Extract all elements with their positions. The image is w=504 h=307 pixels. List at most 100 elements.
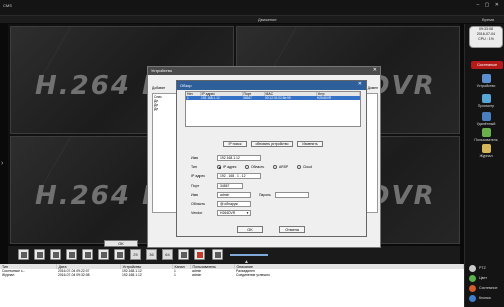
vendor-label: Vendor xyxy=(191,211,203,215)
side-button-remote[interactable]: Удалённый xyxy=(469,112,503,126)
device-manager-ok-button[interactable]: OK xyxy=(104,240,138,247)
side-button-user[interactable]: Пользователь xyxy=(469,128,503,142)
name-label: Имя xyxy=(191,156,198,160)
password-field[interactable] xyxy=(275,192,309,198)
cpu-usage: CPU : 1% xyxy=(478,37,494,41)
system-icon xyxy=(469,285,476,292)
area-field[interactable]: @:обнаруж xyxy=(217,201,251,207)
port-label: Порт xyxy=(191,184,200,188)
side-panel-header[interactable]: Системные xyxy=(471,61,503,69)
ptz-icon xyxy=(469,265,476,272)
extra-button[interactable]: Кнопка xyxy=(468,294,502,303)
device-cell: 192.168.1.12 xyxy=(200,96,242,100)
tree-item[interactable]: Де xyxy=(154,107,178,111)
side-button-label: Удалённый xyxy=(476,122,496,126)
user-icon xyxy=(481,128,491,137)
record-button[interactable] xyxy=(194,249,205,260)
type-ip-label: IP адрес xyxy=(223,165,237,169)
type-arsp-radio[interactable] xyxy=(273,165,277,169)
layout-16-button[interactable] xyxy=(98,249,109,260)
menu-time[interactable]: Время xyxy=(482,17,494,22)
fullscreen-button[interactable] xyxy=(178,249,189,260)
type-ip-radio[interactable] xyxy=(217,165,221,169)
side-button-log[interactable]: Журнал xyxy=(469,144,503,158)
speaker-icon[interactable] xyxy=(212,249,223,260)
log-cell: Соединение успешно xyxy=(236,273,270,277)
remote-icon xyxy=(481,112,491,121)
device-cell: 00:12:31:02:8e:99 xyxy=(264,96,316,100)
close-icon[interactable]: ✕ xyxy=(373,67,377,73)
log-cell: 1 xyxy=(174,273,176,277)
username-field[interactable]: admin xyxy=(217,192,251,198)
type-label: Тип xyxy=(191,165,197,169)
color-icon xyxy=(469,275,476,282)
device-icon xyxy=(481,74,491,83)
window-controls[interactable]: – ▢ ✕ xyxy=(477,2,501,8)
device-cell: 34567 xyxy=(242,96,264,100)
table-row[interactable]: 1 192.168.1.12 34567 00:12:31:02:8e:99 H… xyxy=(186,96,360,100)
layout-64-button[interactable]: 64 xyxy=(162,249,173,260)
type-area-label: Область xyxy=(251,165,265,169)
system-button[interactable]: Системное xyxy=(468,284,502,293)
system-label: Системное xyxy=(479,286,498,290)
ip-address-field[interactable]: 192 . 168 . 1 . 12 xyxy=(217,173,261,179)
layout-grid-button[interactable] xyxy=(114,249,125,260)
volume-slider[interactable] xyxy=(230,254,268,256)
port-field[interactable]: 34567 xyxy=(217,183,243,189)
vendor-select[interactable]: H264DVR ▼ xyxy=(217,210,251,216)
device-list-right[interactable] xyxy=(366,93,378,213)
side-button-device[interactable]: Устройство xyxy=(469,74,503,88)
log-cell: Журнал xyxy=(2,273,15,277)
layout-toolbar: 25 36 64 ▲ xyxy=(8,246,460,265)
side-button-label: Устройство xyxy=(476,84,496,88)
device-cell: H264DVR xyxy=(316,96,360,100)
refresh-device-button[interactable]: обновить устройство xyxy=(251,141,293,147)
ip-label: IP адрес xyxy=(191,174,206,178)
side-button-label: Журнал xyxy=(479,154,493,158)
vendor-value: H264DVR xyxy=(220,211,236,215)
color-label: Цвет xyxy=(479,276,488,280)
type-cloud-radio[interactable] xyxy=(297,165,301,169)
table-row[interactable]: Журнал 2016-07-04 09:32:08 192.168.1.12 … xyxy=(0,273,464,277)
close-icon[interactable]: ✕ xyxy=(358,81,362,87)
log-icon xyxy=(481,144,491,153)
title-bar: CMS – ▢ ✕ xyxy=(0,0,504,16)
password-label: Пароль xyxy=(259,193,271,197)
layout-9-button[interactable] xyxy=(66,249,77,260)
chevron-down-icon: ▼ xyxy=(246,211,249,215)
side-button-preview[interactable]: Просмотр xyxy=(469,94,503,108)
color-button[interactable]: Цвет xyxy=(468,274,502,283)
layout-8-button[interactable] xyxy=(50,249,61,260)
domain-label: Домен xyxy=(367,86,378,90)
layout-25-button[interactable]: 25 xyxy=(130,249,141,260)
layout-1-button[interactable] xyxy=(18,249,29,260)
ok-button[interactable]: OK xyxy=(237,226,263,233)
side-button-label: Просмотр xyxy=(477,104,495,108)
menu-motion[interactable]: Движение xyxy=(258,17,277,22)
extra-label: Кнопка xyxy=(479,296,491,300)
monitor-icon xyxy=(481,94,491,103)
log-cell: 2016-07-04 09:32:08 xyxy=(58,273,90,277)
ip-search-button[interactable]: IP поиск xyxy=(223,141,247,147)
modify-button[interactable]: Изменить xyxy=(297,141,323,147)
search-dialog: Обзор ✕ Нет. IP адрес Порт MAC Устр 1 19… xyxy=(176,80,367,237)
name-field[interactable]: 192.168.1.12 xyxy=(217,155,261,161)
app-title: CMS xyxy=(3,3,12,8)
expand-left-arrow-icon[interactable]: › xyxy=(1,160,3,167)
side-button-label: Пользователь xyxy=(474,138,498,142)
device-manager-title: Устройство xyxy=(148,67,380,75)
layout-10-button[interactable] xyxy=(82,249,93,260)
device-cell: 1 xyxy=(186,96,200,100)
add-device-label[interactable]: Добавит xyxy=(152,86,165,90)
ptz-button[interactable]: PTZ xyxy=(468,264,502,273)
extra-icon xyxy=(469,295,476,302)
layout-36-button[interactable]: 36 xyxy=(146,249,157,260)
right-bottom-panel: PTZ Цвет Системное Кнопка xyxy=(464,262,504,307)
ptz-label: PTZ xyxy=(479,266,486,270)
cancel-button[interactable]: Отмена xyxy=(279,226,305,233)
type-cloud-label: Cloud xyxy=(303,165,312,169)
user-label: Имя xyxy=(191,193,198,197)
log-cell: 192.168.1.12 xyxy=(122,273,142,277)
layout-4-button[interactable] xyxy=(34,249,45,260)
type-area-radio[interactable] xyxy=(245,165,249,169)
